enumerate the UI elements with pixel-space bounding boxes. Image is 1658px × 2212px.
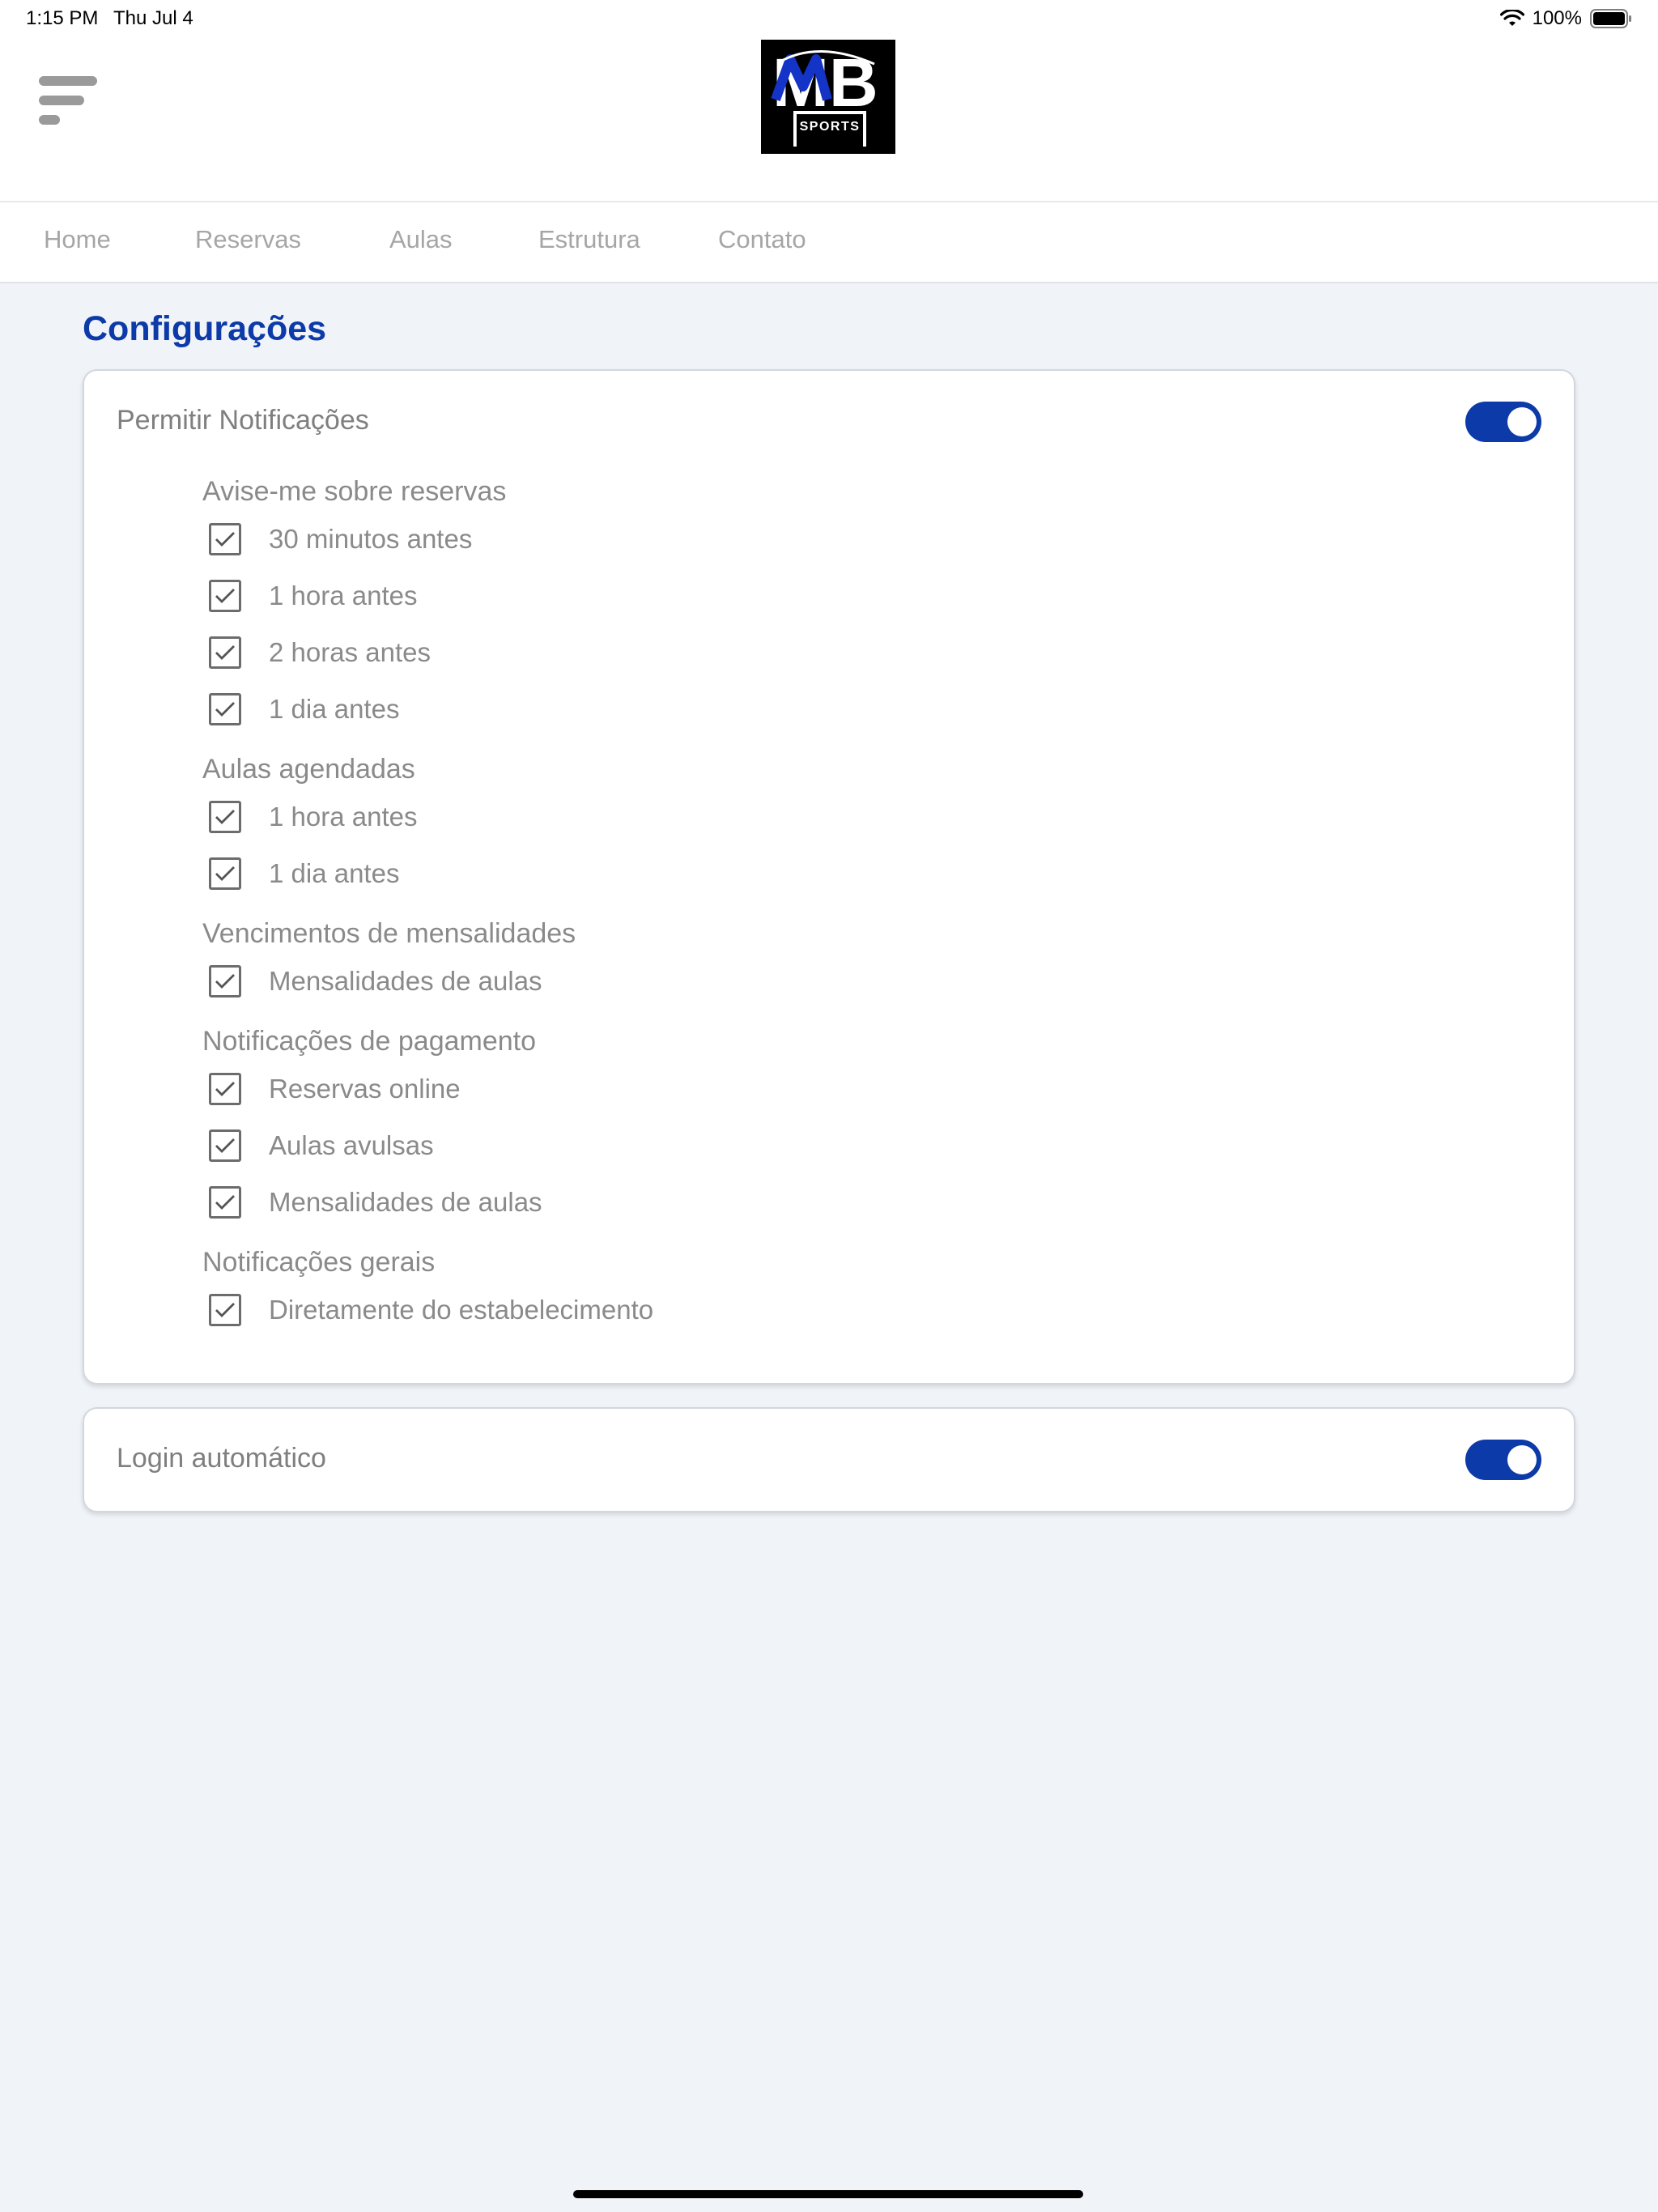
wifi-icon — [1499, 10, 1524, 26]
option-label: 30 minutos antes — [269, 524, 473, 554]
top-nav: Home Reservas Aulas Estrutura Contato — [0, 201, 1658, 283]
option-1d-reserva[interactable]: 1 dia antes — [209, 691, 399, 727]
brand-logo-graphic: MB SPORTS — [761, 40, 895, 154]
checkbox-checked-icon[interactable] — [209, 857, 241, 890]
nav-aulas[interactable]: Aulas — [389, 225, 453, 254]
status-time: 1:15 PM — [26, 7, 99, 29]
toggle-knob — [1507, 407, 1537, 436]
checkbox-checked-icon[interactable] — [209, 580, 241, 612]
checkbox-checked-icon[interactable] — [209, 801, 241, 833]
notifications-label: Permitir Notificações — [117, 405, 369, 436]
section-title-gerais: Notificações gerais — [202, 1247, 436, 1278]
checkbox-checked-icon[interactable] — [209, 1129, 241, 1162]
option-mensalidades-pagamento[interactable]: Mensalidades de aulas — [209, 1185, 542, 1220]
section-title-reservas: Avise-me sobre reservas — [202, 476, 507, 507]
nav-estrutura[interactable]: Estrutura — [538, 225, 640, 254]
option-label: Aulas avulsas — [269, 1130, 434, 1160]
checkbox-checked-icon[interactable] — [209, 636, 241, 669]
checkbox-checked-icon[interactable] — [209, 1073, 241, 1105]
checkbox-checked-icon[interactable] — [209, 1294, 241, 1326]
battery-percentage: 100% — [1532, 7, 1582, 29]
option-1d-aula[interactable]: 1 dia antes — [209, 856, 399, 891]
status-date: Thu Jul 4 — [113, 7, 193, 29]
option-label: 1 hora antes — [269, 802, 418, 832]
status-bar: 1:15 PM Thu Jul 4 100% — [0, 0, 1658, 39]
checkbox-checked-icon[interactable] — [209, 693, 241, 725]
option-1h-aula[interactable]: 1 hora antes — [209, 799, 417, 835]
option-estabelecimento[interactable]: Diretamente do estabelecimento — [209, 1292, 653, 1328]
option-1h-reserva[interactable]: 1 hora antes — [209, 578, 417, 614]
section-title-pagamento: Notificações de pagamento — [202, 1026, 537, 1057]
notifications-toggle[interactable] — [1465, 402, 1541, 442]
auto-login-label: Login automático — [117, 1443, 326, 1474]
status-right: 100% — [1499, 7, 1632, 30]
checkbox-checked-icon[interactable] — [209, 523, 241, 555]
auto-login-card: Login automático — [83, 1407, 1575, 1512]
option-label: 2 horas antes — [269, 637, 431, 667]
option-label: 1 dia antes — [269, 858, 400, 888]
home-indicator — [573, 2190, 1083, 2198]
option-30min-reserva[interactable]: 30 minutos antes — [209, 521, 472, 557]
logo-subtext: SPORTS — [800, 120, 861, 134]
page-title: Configurações — [83, 309, 327, 348]
section-title-vencimentos: Vencimentos de mensalidades — [202, 918, 576, 949]
option-label: Mensalidades de aulas — [269, 1187, 542, 1217]
option-reservas-online[interactable]: Reservas online — [209, 1071, 461, 1107]
app-header: MB SPORTS — [0, 39, 1658, 201]
section-title-aulas: Aulas agendadas — [202, 754, 415, 785]
menu-icon[interactable] — [39, 76, 97, 128]
option-2h-reserva[interactable]: 2 horas antes — [209, 635, 431, 670]
option-aulas-avulsas[interactable]: Aulas avulsas — [209, 1128, 434, 1163]
nav-contato[interactable]: Contato — [718, 225, 806, 254]
option-label: Diretamente do estabelecimento — [269, 1295, 654, 1325]
notifications-card: Permitir Notificações Avise-me sobre res… — [83, 369, 1575, 1385]
nav-home[interactable]: Home — [44, 225, 111, 254]
auto-login-toggle[interactable] — [1465, 1440, 1541, 1480]
brand-logo: MB SPORTS — [761, 40, 895, 154]
option-label: Mensalidades de aulas — [269, 966, 542, 996]
nav-reservas[interactable]: Reservas — [195, 225, 301, 254]
toggle-knob — [1507, 1445, 1537, 1474]
option-label: 1 hora antes — [269, 581, 418, 610]
checkbox-checked-icon[interactable] — [209, 1186, 241, 1219]
option-label: Reservas online — [269, 1074, 461, 1104]
battery-icon — [1590, 9, 1631, 28]
option-mensalidades-vencimento[interactable]: Mensalidades de aulas — [209, 963, 542, 999]
checkbox-checked-icon[interactable] — [209, 965, 241, 998]
option-label: 1 dia antes — [269, 694, 400, 724]
